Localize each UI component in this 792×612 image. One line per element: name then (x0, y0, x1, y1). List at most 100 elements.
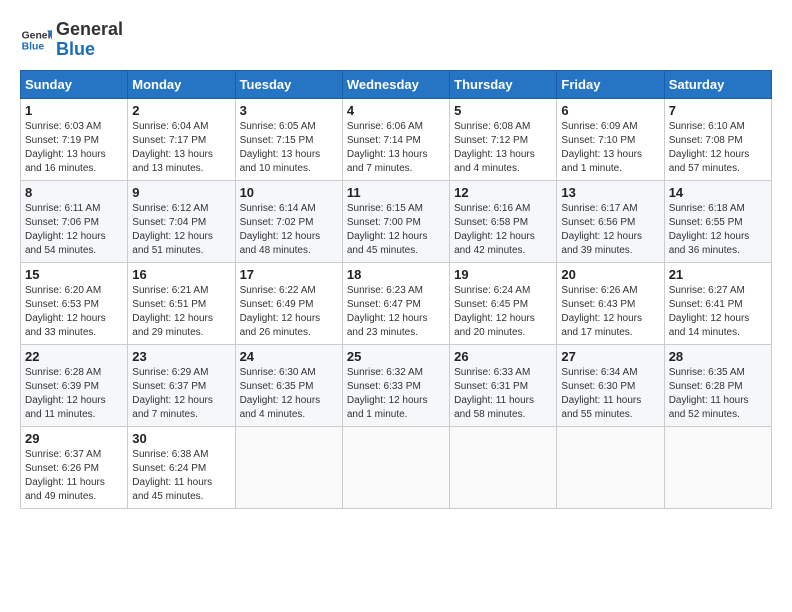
day-number: 2 (132, 103, 230, 118)
day-header: Monday (128, 70, 235, 98)
day-info: Sunrise: 6:30 AMSunset: 6:35 PMDaylight:… (240, 366, 338, 422)
day-header: Saturday (664, 70, 771, 98)
day-header: Sunday (21, 70, 128, 98)
calendar-cell: 16 Sunrise: 6:21 AMSunset: 6:51 PMDayligh… (128, 262, 235, 344)
day-number: 18 (347, 267, 445, 282)
calendar-cell: 26 Sunrise: 6:33 AMSunset: 6:31 PMDayligh… (450, 344, 557, 426)
day-info: Sunrise: 6:18 AMSunset: 6:55 PMDaylight:… (669, 202, 767, 258)
calendar-cell: 5 Sunrise: 6:08 AMSunset: 7:12 PMDaylight… (450, 98, 557, 180)
calendar-cell: 27Sunrise: 6:34 AMSunset: 6:30 PMDayligh… (557, 344, 664, 426)
day-number: 14 (669, 185, 767, 200)
day-number: 1 (25, 103, 123, 118)
day-info: Sunrise: 6:08 AMSunset: 7:12 PMDaylight:… (454, 120, 552, 176)
calendar-cell (664, 426, 771, 508)
day-number: 3 (240, 103, 338, 118)
day-info: Sunrise: 6:14 AMSunset: 7:02 PMDaylight:… (240, 202, 338, 258)
svg-text:Blue: Blue (22, 41, 45, 52)
calendar-cell: 18 Sunrise: 6:23 AMSunset: 6:47 PMDayligh… (342, 262, 449, 344)
day-number: 24 (240, 349, 338, 364)
day-number: 28 (669, 349, 767, 364)
day-number: 15 (25, 267, 123, 282)
calendar-cell: 9Sunrise: 6:12 AMSunset: 7:04 PMDaylight… (128, 180, 235, 262)
logo: General Blue GeneralBlue (20, 20, 123, 60)
day-number: 6 (561, 103, 659, 118)
day-info: Sunrise: 6:09 AMSunset: 7:10 PMDaylight:… (561, 120, 659, 176)
day-info: Sunrise: 6:11 AMSunset: 7:06 PMDaylight:… (25, 202, 123, 258)
day-number: 5 (454, 103, 552, 118)
calendar-cell (450, 426, 557, 508)
page-header: General Blue GeneralBlue (20, 20, 772, 60)
calendar-cell: 14 Sunrise: 6:18 AMSunset: 6:55 PMDayligh… (664, 180, 771, 262)
day-info: Sunrise: 6:12 AMSunset: 7:04 PMDaylight:… (132, 202, 230, 258)
day-number: 20 (561, 267, 659, 282)
day-number: 12 (454, 185, 552, 200)
day-number: 17 (240, 267, 338, 282)
day-info: Sunrise: 6:06 AMSunset: 7:14 PMDaylight:… (347, 120, 445, 176)
day-header: Tuesday (235, 70, 342, 98)
day-info: Sunrise: 6:04 AMSunset: 7:17 PMDaylight:… (132, 120, 230, 176)
day-number: 21 (669, 267, 767, 282)
calendar-cell: 7 Sunrise: 6:10 AMSunset: 7:08 PMDaylight… (664, 98, 771, 180)
day-info: Sunrise: 6:23 AMSunset: 6:47 PMDaylight:… (347, 284, 445, 340)
calendar-cell: 29 Sunrise: 6:37 AMSunset: 6:26 PMDayligh… (21, 426, 128, 508)
calendar-cell: 12 Sunrise: 6:16 AMSunset: 6:58 PMDayligh… (450, 180, 557, 262)
day-info: Sunrise: 6:37 AMSunset: 6:26 PMDaylight:… (25, 448, 123, 504)
day-number: 4 (347, 103, 445, 118)
day-info: Sunrise: 6:35 AMSunset: 6:28 PMDaylight:… (669, 366, 767, 422)
calendar-cell: 4 Sunrise: 6:06 AMSunset: 7:14 PMDaylight… (342, 98, 449, 180)
calendar-cell: 28 Sunrise: 6:35 AMSunset: 6:28 PMDayligh… (664, 344, 771, 426)
calendar-cell: 24 Sunrise: 6:30 AMSunset: 6:35 PMDayligh… (235, 344, 342, 426)
calendar-cell: 11 Sunrise: 6:15 AMSunset: 7:00 PMDayligh… (342, 180, 449, 262)
day-info: Sunrise: 6:27 AMSunset: 6:41 PMDaylight:… (669, 284, 767, 340)
calendar-header-row: SundayMondayTuesdayWednesdayThursdayFrid… (21, 70, 772, 98)
day-number: 11 (347, 185, 445, 200)
day-number: 19 (454, 267, 552, 282)
calendar-cell: 30 Sunrise: 6:38 AMSunset: 6:24 PMDayligh… (128, 426, 235, 508)
day-number: 10 (240, 185, 338, 200)
day-number: 29 (25, 431, 123, 446)
day-info: Sunrise: 6:33 AMSunset: 6:31 PMDaylight:… (454, 366, 552, 422)
day-info: Sunrise: 6:32 AMSunset: 6:33 PMDaylight:… (347, 366, 445, 422)
calendar-cell: 17 Sunrise: 6:22 AMSunset: 6:49 PMDayligh… (235, 262, 342, 344)
calendar-week-row: 1 Sunrise: 6:03 AMSunset: 7:19 PMDaylight… (21, 98, 772, 180)
day-number: 26 (454, 349, 552, 364)
day-info: Sunrise: 6:15 AMSunset: 7:00 PMDaylight:… (347, 202, 445, 258)
calendar-cell (557, 426, 664, 508)
day-header: Wednesday (342, 70, 449, 98)
day-number: 30 (132, 431, 230, 446)
day-number: 16 (132, 267, 230, 282)
day-info: Sunrise: 6:38 AMSunset: 6:24 PMDaylight:… (132, 448, 230, 504)
calendar-week-row: 29 Sunrise: 6:37 AMSunset: 6:26 PMDayligh… (21, 426, 772, 508)
logo-icon: General Blue (20, 24, 52, 56)
day-info: Sunrise: 6:34 AMSunset: 6:30 PMDaylight:… (561, 366, 659, 422)
day-header: Thursday (450, 70, 557, 98)
day-info: Sunrise: 6:22 AMSunset: 6:49 PMDaylight:… (240, 284, 338, 340)
day-info: Sunrise: 6:21 AMSunset: 6:51 PMDaylight:… (132, 284, 230, 340)
calendar-cell: 8Sunrise: 6:11 AMSunset: 7:06 PMDaylight… (21, 180, 128, 262)
day-info: Sunrise: 6:26 AMSunset: 6:43 PMDaylight:… (561, 284, 659, 340)
day-info: Sunrise: 6:29 AMSunset: 6:37 PMDaylight:… (132, 366, 230, 422)
calendar-cell: 3 Sunrise: 6:05 AMSunset: 7:15 PMDaylight… (235, 98, 342, 180)
day-info: Sunrise: 6:16 AMSunset: 6:58 PMDaylight:… (454, 202, 552, 258)
day-number: 23 (132, 349, 230, 364)
day-info: Sunrise: 6:20 AMSunset: 6:53 PMDaylight:… (25, 284, 123, 340)
day-number: 25 (347, 349, 445, 364)
calendar-cell: 13Sunrise: 6:17 AMSunset: 6:56 PMDayligh… (557, 180, 664, 262)
day-number: 22 (25, 349, 123, 364)
day-header: Friday (557, 70, 664, 98)
calendar-cell: 2 Sunrise: 6:04 AMSunset: 7:17 PMDaylight… (128, 98, 235, 180)
day-number: 7 (669, 103, 767, 118)
day-info: Sunrise: 6:28 AMSunset: 6:39 PMDaylight:… (25, 366, 123, 422)
day-info: Sunrise: 6:10 AMSunset: 7:08 PMDaylight:… (669, 120, 767, 176)
calendar-week-row: 15 Sunrise: 6:20 AMSunset: 6:53 PMDayligh… (21, 262, 772, 344)
calendar-week-row: 22 Sunrise: 6:28 AMSunset: 6:39 PMDayligh… (21, 344, 772, 426)
day-info: Sunrise: 6:17 AMSunset: 6:56 PMDaylight:… (561, 202, 659, 258)
calendar-cell: 25 Sunrise: 6:32 AMSunset: 6:33 PMDayligh… (342, 344, 449, 426)
calendar-cell: 23 Sunrise: 6:29 AMSunset: 6:37 PMDayligh… (128, 344, 235, 426)
day-info: Sunrise: 6:05 AMSunset: 7:15 PMDaylight:… (240, 120, 338, 176)
calendar-cell: 21 Sunrise: 6:27 AMSunset: 6:41 PMDayligh… (664, 262, 771, 344)
calendar-cell: 1 Sunrise: 6:03 AMSunset: 7:19 PMDaylight… (21, 98, 128, 180)
day-info: Sunrise: 6:03 AMSunset: 7:19 PMDaylight:… (25, 120, 123, 176)
calendar-cell: 10 Sunrise: 6:14 AMSunset: 7:02 PMDayligh… (235, 180, 342, 262)
calendar-cell (235, 426, 342, 508)
